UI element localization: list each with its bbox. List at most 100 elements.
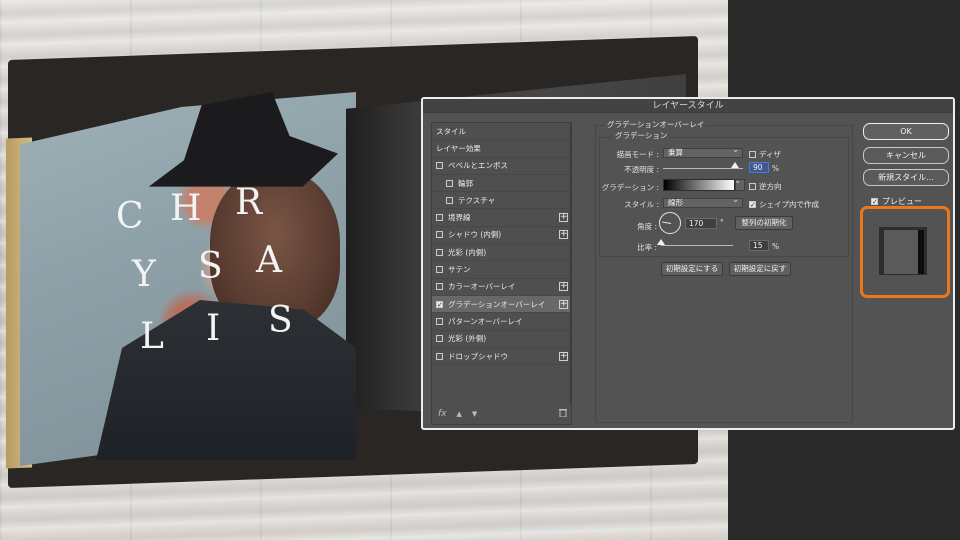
- effect-checkbox[interactable]: ✓: [436, 300, 443, 308]
- opacity-slider-track[interactable]: [663, 168, 743, 169]
- preview-box[interactable]: ✓: [871, 198, 878, 206]
- effects-scrollbar[interactable]: [570, 123, 571, 405]
- scale-slider-thumb[interactable]: [657, 239, 665, 245]
- effect-label: パターンオーバーレイ: [448, 316, 523, 326]
- scale-label: 比率 :: [637, 243, 657, 252]
- make-default-button[interactable]: 初期設定にする: [661, 262, 723, 276]
- dither-box[interactable]: [749, 151, 756, 158]
- add-effect-icon[interactable]: +: [559, 299, 568, 309]
- effect-label: ドロップシャドウ: [448, 351, 508, 361]
- angle-input[interactable]: 170: [685, 218, 717, 229]
- scale-unit: %: [772, 242, 780, 251]
- angle-unit: °: [720, 218, 724, 227]
- blend-mode-label: 描画モード :: [616, 150, 659, 159]
- effect-row[interactable]: カラーオーバーレイ +: [432, 279, 571, 296]
- effect-label: 光彩 (内側): [448, 247, 487, 257]
- effect-checkbox[interactable]: [436, 266, 443, 274]
- effects-list: スタイルレイヤー効果ベベルとエンボス輪郭テクスチャ境界線 + シャドウ (内側) + 光…: [432, 123, 571, 405]
- reverse-box[interactable]: [749, 183, 756, 190]
- effect-label: スタイル: [436, 126, 466, 136]
- cover-letter: A: [256, 240, 284, 281]
- add-effect-icon[interactable]: +: [559, 351, 568, 361]
- effect-label: グラデーションオーバーレイ: [448, 299, 546, 309]
- gradient-picker-dropdown[interactable]: [734, 177, 745, 191]
- effect-label: カラーオーバーレイ: [448, 282, 516, 292]
- add-effect-icon[interactable]: +: [559, 282, 568, 292]
- align-with-layer-checkbox[interactable]: ✓ シェイプ内で作成: [749, 199, 819, 210]
- angle-needle: [662, 221, 672, 224]
- cover-letter: C: [116, 196, 146, 237]
- effect-label: 境界線: [448, 213, 471, 223]
- dither-checkbox[interactable]: ディザ: [749, 149, 781, 160]
- reset-alignment-button[interactable]: 整列の初期化: [735, 216, 793, 230]
- group-title: グラデーションオーバーレイ: [605, 119, 707, 130]
- cover-letter: R: [235, 182, 265, 223]
- effect-checkbox[interactable]: [436, 317, 443, 325]
- reverse-label: 逆方向: [759, 182, 782, 191]
- dialog-title: レイヤースタイル: [423, 99, 953, 113]
- style-select[interactable]: 線形: [663, 196, 743, 208]
- effect-checkbox[interactable]: [436, 162, 443, 170]
- effect-checkbox[interactable]: [436, 335, 443, 343]
- effect-checkbox[interactable]: [436, 231, 443, 239]
- effect-checkbox[interactable]: [436, 248, 443, 256]
- effect-row[interactable]: テクスチャ: [432, 192, 571, 210]
- gradient-overlay-settings: グラデーションオーバーレイ グラデーション 描画モード : 乗算 ディザ 不透明…: [595, 117, 853, 423]
- reset-to-default-button[interactable]: 初期設定に戻す: [729, 262, 791, 276]
- effect-checkbox[interactable]: [436, 352, 443, 360]
- effect-label: サテン: [448, 265, 471, 275]
- align-with-layer-box[interactable]: ✓: [749, 201, 756, 209]
- scale-slider-track[interactable]: [661, 245, 733, 246]
- effects-panel: スタイルレイヤー効果ベベルとエンボス輪郭テクスチャ境界線 + シャドウ (内側) + 光…: [431, 122, 572, 425]
- scale-input[interactable]: 15: [749, 240, 769, 251]
- add-effect-icon[interactable]: +: [559, 213, 568, 223]
- trash-icon[interactable]: [559, 408, 567, 420]
- dither-label: ディザ: [759, 150, 781, 159]
- angle-label: 角度 :: [637, 222, 657, 231]
- effect-label: テクスチャ: [458, 195, 496, 205]
- blend-mode-select[interactable]: 乗算: [663, 146, 743, 158]
- opacity-unit: %: [772, 164, 780, 173]
- new-style-button[interactable]: 新規スタイル...: [863, 169, 949, 186]
- move-up-icon[interactable]: ▲: [457, 410, 462, 418]
- effect-checkbox[interactable]: [446, 196, 453, 204]
- effect-row[interactable]: 輪郭: [432, 175, 571, 193]
- effect-row[interactable]: ベベルとエンボス: [432, 158, 571, 175]
- cancel-button[interactable]: キャンセル: [863, 147, 949, 164]
- effect-row[interactable]: サテン: [432, 261, 571, 279]
- opacity-slider-thumb[interactable]: [731, 162, 739, 168]
- gradient-label: グラデーション :: [601, 183, 659, 192]
- effect-row[interactable]: 光彩 (内側): [432, 244, 571, 262]
- add-effect-icon[interactable]: +: [559, 230, 568, 240]
- opacity-label: 不透明度 :: [624, 165, 659, 174]
- sub-title: グラデーション: [613, 130, 670, 141]
- effect-row[interactable]: シャドウ (内側) +: [432, 227, 571, 245]
- effect-label: 輪郭: [458, 178, 473, 188]
- align-with-layer-label: シェイプ内で作成: [759, 200, 819, 209]
- effect-row[interactable]: 光彩 (外側): [432, 331, 571, 348]
- effect-row[interactable]: スタイル: [432, 123, 571, 141]
- gradient-preview-bar[interactable]: [663, 179, 735, 191]
- effect-row[interactable]: パターンオーバーレイ: [432, 313, 571, 331]
- effect-checkbox[interactable]: [436, 283, 443, 291]
- opacity-input[interactable]: 90: [749, 162, 769, 173]
- fx-icon[interactable]: fx: [438, 409, 447, 419]
- effect-row[interactable]: ドロップシャドウ +: [432, 348, 571, 366]
- cover-letter: S: [198, 246, 225, 287]
- angle-dial[interactable]: [659, 212, 681, 234]
- preview-highlight-outline: [860, 206, 950, 298]
- effect-checkbox[interactable]: [436, 214, 443, 222]
- ok-button[interactable]: OK: [863, 123, 949, 140]
- cover-letter: L: [140, 316, 166, 357]
- effect-label: ベベルとエンボス: [448, 161, 508, 171]
- cover-letter: I: [206, 308, 223, 349]
- effect-row[interactable]: 境界線 +: [432, 209, 571, 227]
- move-down-icon[interactable]: ▼: [472, 410, 477, 418]
- effect-row[interactable]: ✓ グラデーションオーバーレイ +: [432, 295, 571, 314]
- effect-row[interactable]: レイヤー効果: [432, 140, 571, 158]
- reverse-checkbox[interactable]: 逆方向: [749, 181, 782, 192]
- effect-label: レイヤー効果: [436, 143, 481, 153]
- effect-label: シャドウ (内側): [448, 230, 502, 240]
- effect-checkbox[interactable]: [446, 179, 453, 187]
- style-label: スタイル :: [624, 200, 659, 209]
